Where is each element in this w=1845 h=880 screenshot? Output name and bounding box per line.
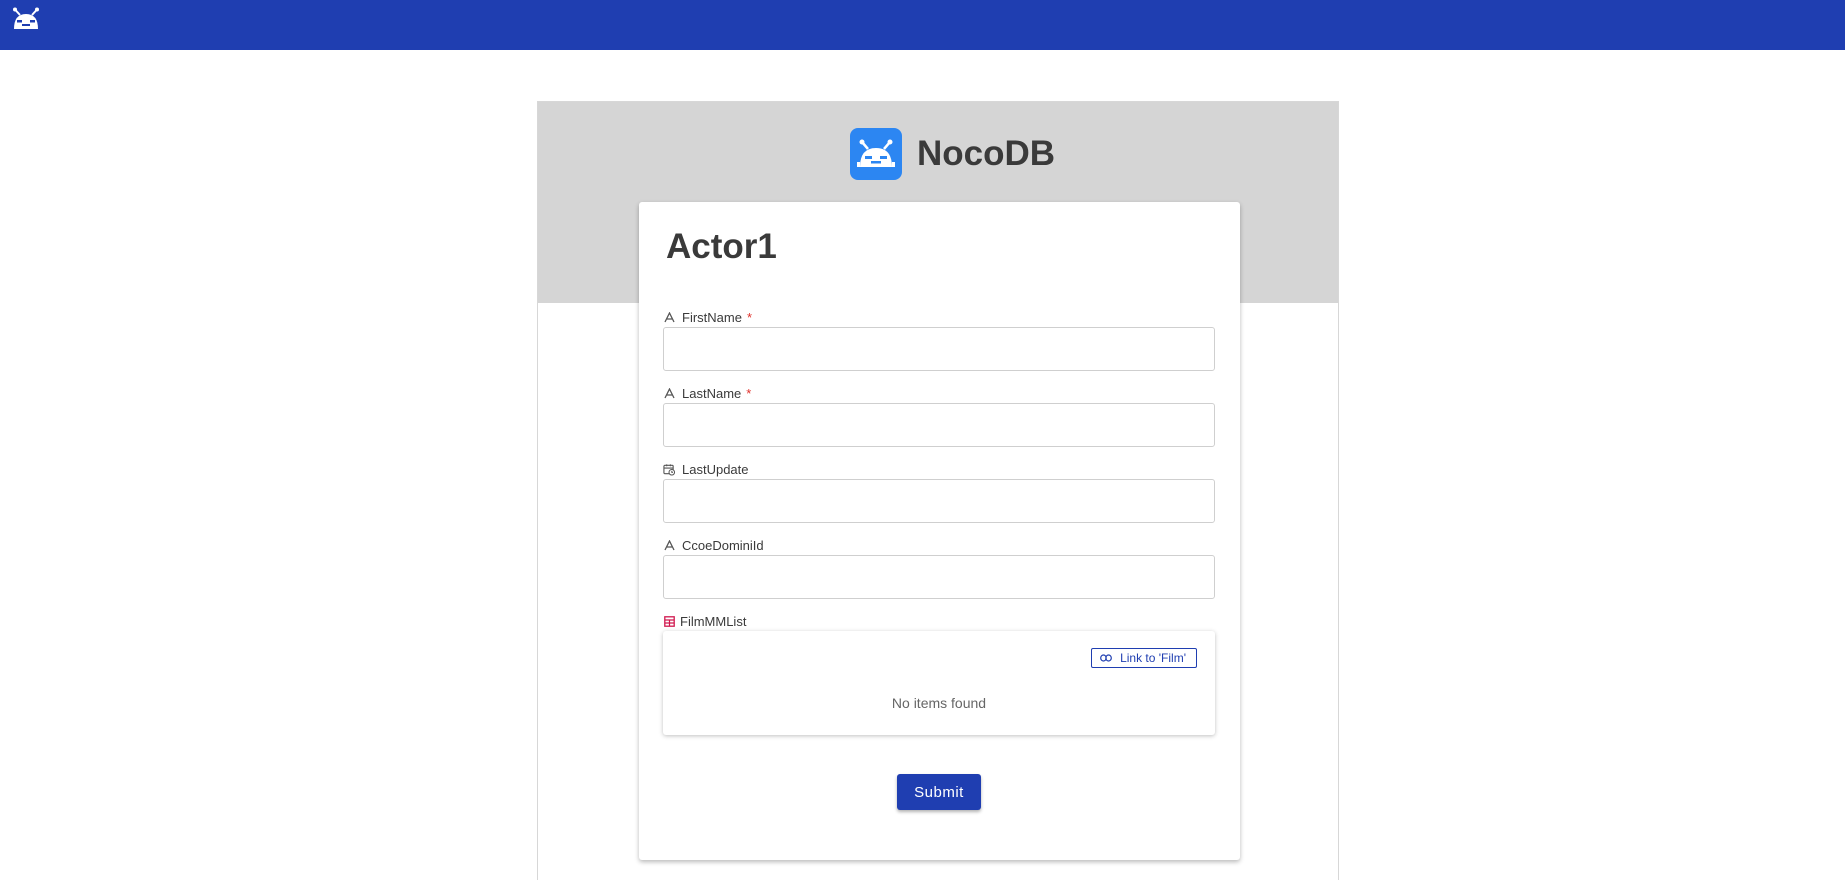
- field-label-lastname: LastName *: [663, 385, 751, 401]
- link-to-film-button[interactable]: Link to 'Film': [1091, 648, 1197, 668]
- form-title: Actor1: [666, 227, 777, 266]
- empty-state-text: No items found: [891, 695, 987, 711]
- link-icon: [1100, 654, 1112, 662]
- field-label-lastupdate: LastUpdate: [663, 461, 749, 477]
- required-mark: *: [746, 309, 753, 325]
- required-mark: *: [746, 385, 752, 401]
- link-button-label: Link to 'Film': [1120, 651, 1186, 665]
- firstname-input[interactable]: [663, 327, 1215, 371]
- text-type-icon: [663, 387, 675, 399]
- field-label-text: CcoeDominiId: [682, 537, 764, 553]
- ccoedominiid-input[interactable]: [663, 555, 1215, 599]
- lastname-input[interactable]: [663, 403, 1215, 447]
- field-label-ccoedominiid: CcoeDominiId: [663, 537, 764, 553]
- nocodb-logo-icon[interactable]: [12, 7, 40, 31]
- brand-name: NocoDB: [917, 134, 1056, 173]
- table-link-icon: [663, 615, 675, 627]
- text-type-icon: [663, 539, 675, 551]
- brand: NocoDB: [850, 128, 1055, 180]
- submit-button[interactable]: Submit: [897, 774, 981, 810]
- form-panel: NocoDB Actor1 FirstName * LastName * Las…: [537, 101, 1339, 880]
- field-label-firstname: FirstName *: [663, 309, 752, 325]
- field-label-filmmmlist: FilmMMList: [663, 613, 746, 629]
- top-bar: [0, 0, 1845, 50]
- linked-records-box: Link to 'Film' No items found: [663, 631, 1215, 735]
- form-card: Actor1 FirstName * LastName * LastUpdate: [639, 202, 1240, 860]
- calendar-clock-icon: [663, 463, 675, 476]
- lastupdate-input[interactable]: [663, 479, 1215, 523]
- field-label-text: FirstName: [682, 309, 742, 325]
- field-label-text: LastUpdate: [682, 461, 749, 477]
- field-label-text: LastName: [682, 385, 742, 401]
- text-type-icon: [663, 311, 675, 323]
- nocodb-robot-icon: [850, 128, 902, 180]
- field-label-text: FilmMMList: [680, 613, 747, 629]
